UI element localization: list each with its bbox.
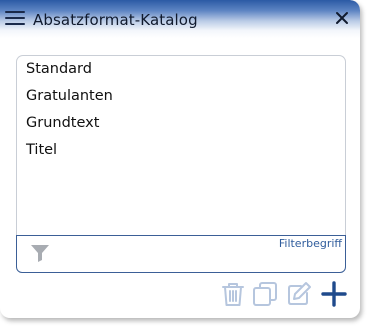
plus-icon[interactable] xyxy=(321,281,347,307)
trash-icon[interactable] xyxy=(220,281,246,307)
copy-icon[interactable] xyxy=(252,281,278,307)
list-item[interactable]: Standard xyxy=(26,58,92,80)
pencil-icon[interactable] xyxy=(286,281,312,307)
list-item[interactable]: Titel xyxy=(26,139,57,161)
window-title: Absatzformat-Katalog xyxy=(33,11,198,29)
hamburger-menu-icon[interactable] xyxy=(5,10,25,26)
filter-label: Filterbegriff xyxy=(278,237,342,250)
list-item[interactable]: Grundtext xyxy=(26,112,99,134)
funnel-icon xyxy=(31,245,49,262)
list-item[interactable]: Gratulanten xyxy=(26,85,113,107)
filter-input[interactable] xyxy=(59,250,329,268)
filter-field[interactable]: Filterbegriff xyxy=(16,235,346,273)
title-bar: Absatzformat-Katalog xyxy=(0,0,360,38)
paragraph-format-catalog-panel: Absatzformat-Katalog Standard Gratulante… xyxy=(0,0,360,318)
close-icon[interactable] xyxy=(334,10,350,26)
format-list[interactable]: Standard Gratulanten Grundtext Titel xyxy=(16,55,346,236)
